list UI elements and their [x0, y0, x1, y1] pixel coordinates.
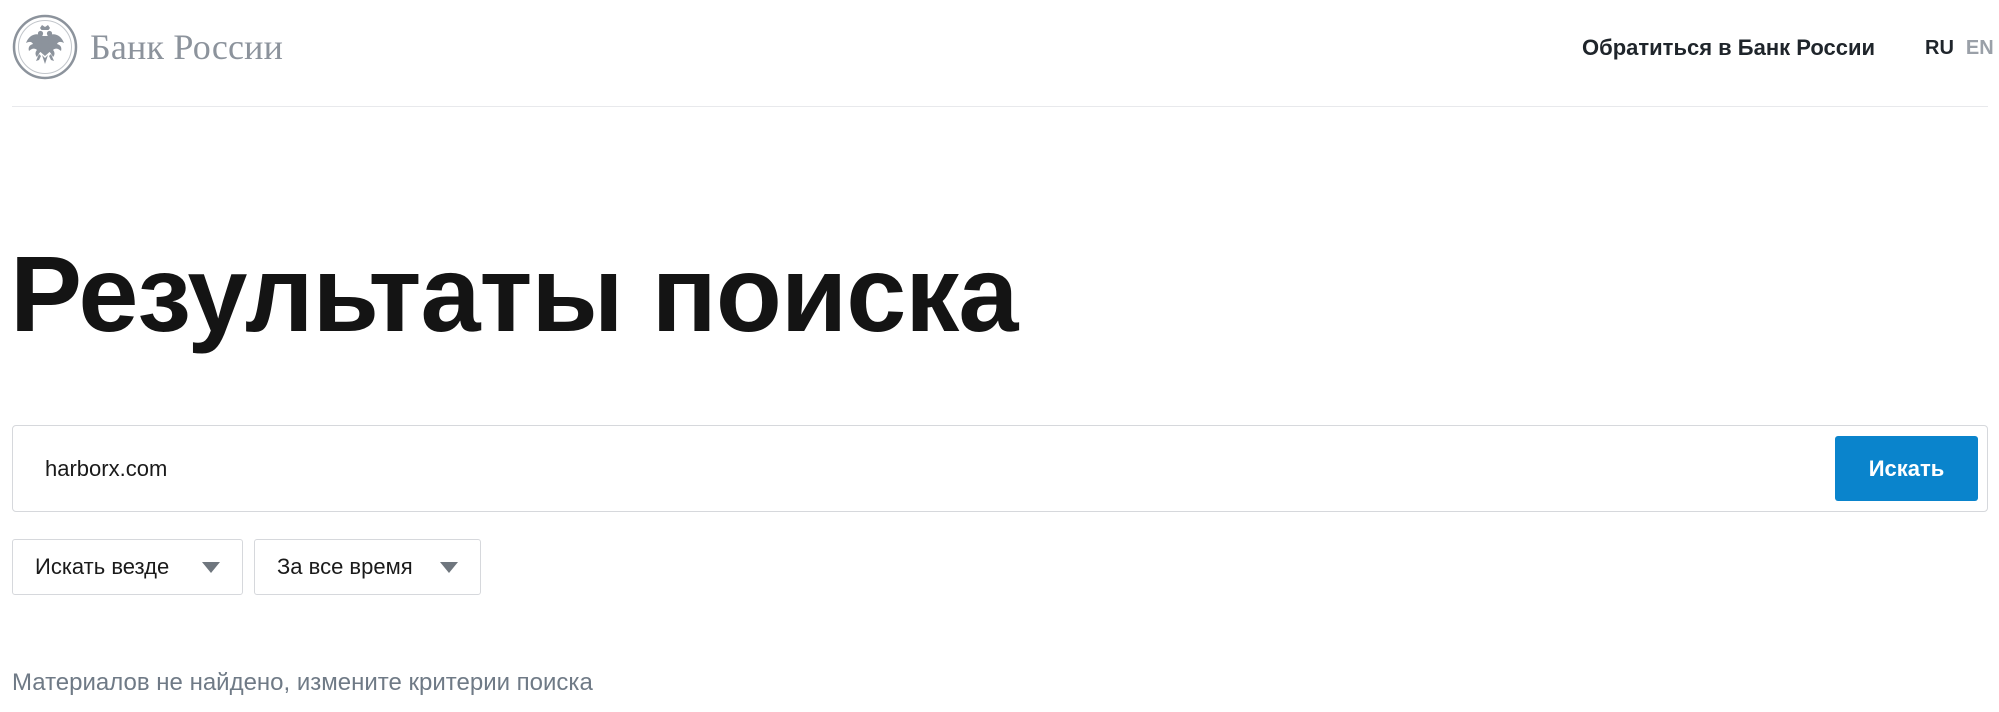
- search-input[interactable]: [33, 442, 1813, 496]
- caret-down-icon: [202, 562, 220, 573]
- no-results-message: Материалов не найдено, измените критерии…: [12, 669, 593, 696]
- logo-link[interactable]: Банк России: [12, 14, 283, 80]
- caret-down-icon: [440, 562, 458, 573]
- search-button[interactable]: Искать: [1835, 436, 1978, 501]
- page: Банк России Обратиться в Банк России RU …: [0, 0, 1999, 712]
- search-scope-label: Искать везде: [35, 554, 170, 579]
- site-header: Банк России Обратиться в Банк России RU …: [12, 0, 1994, 107]
- language-en-link[interactable]: EN: [1966, 35, 1994, 61]
- language-switcher: RU EN: [1925, 35, 1994, 61]
- search-scope-dropdown[interactable]: Искать везде: [12, 539, 243, 595]
- language-ru-link[interactable]: RU: [1925, 35, 1954, 61]
- time-period-label: За все время: [277, 554, 413, 579]
- time-period-dropdown[interactable]: За все время: [254, 539, 481, 595]
- contact-bank-link[interactable]: Обратиться в Банк России: [1582, 35, 1875, 61]
- emblem-icon: [12, 14, 78, 80]
- logo-text: Банк России: [90, 27, 284, 67]
- search-bar: Искать: [12, 425, 1988, 512]
- page-title: Результаты поиска: [10, 233, 1018, 354]
